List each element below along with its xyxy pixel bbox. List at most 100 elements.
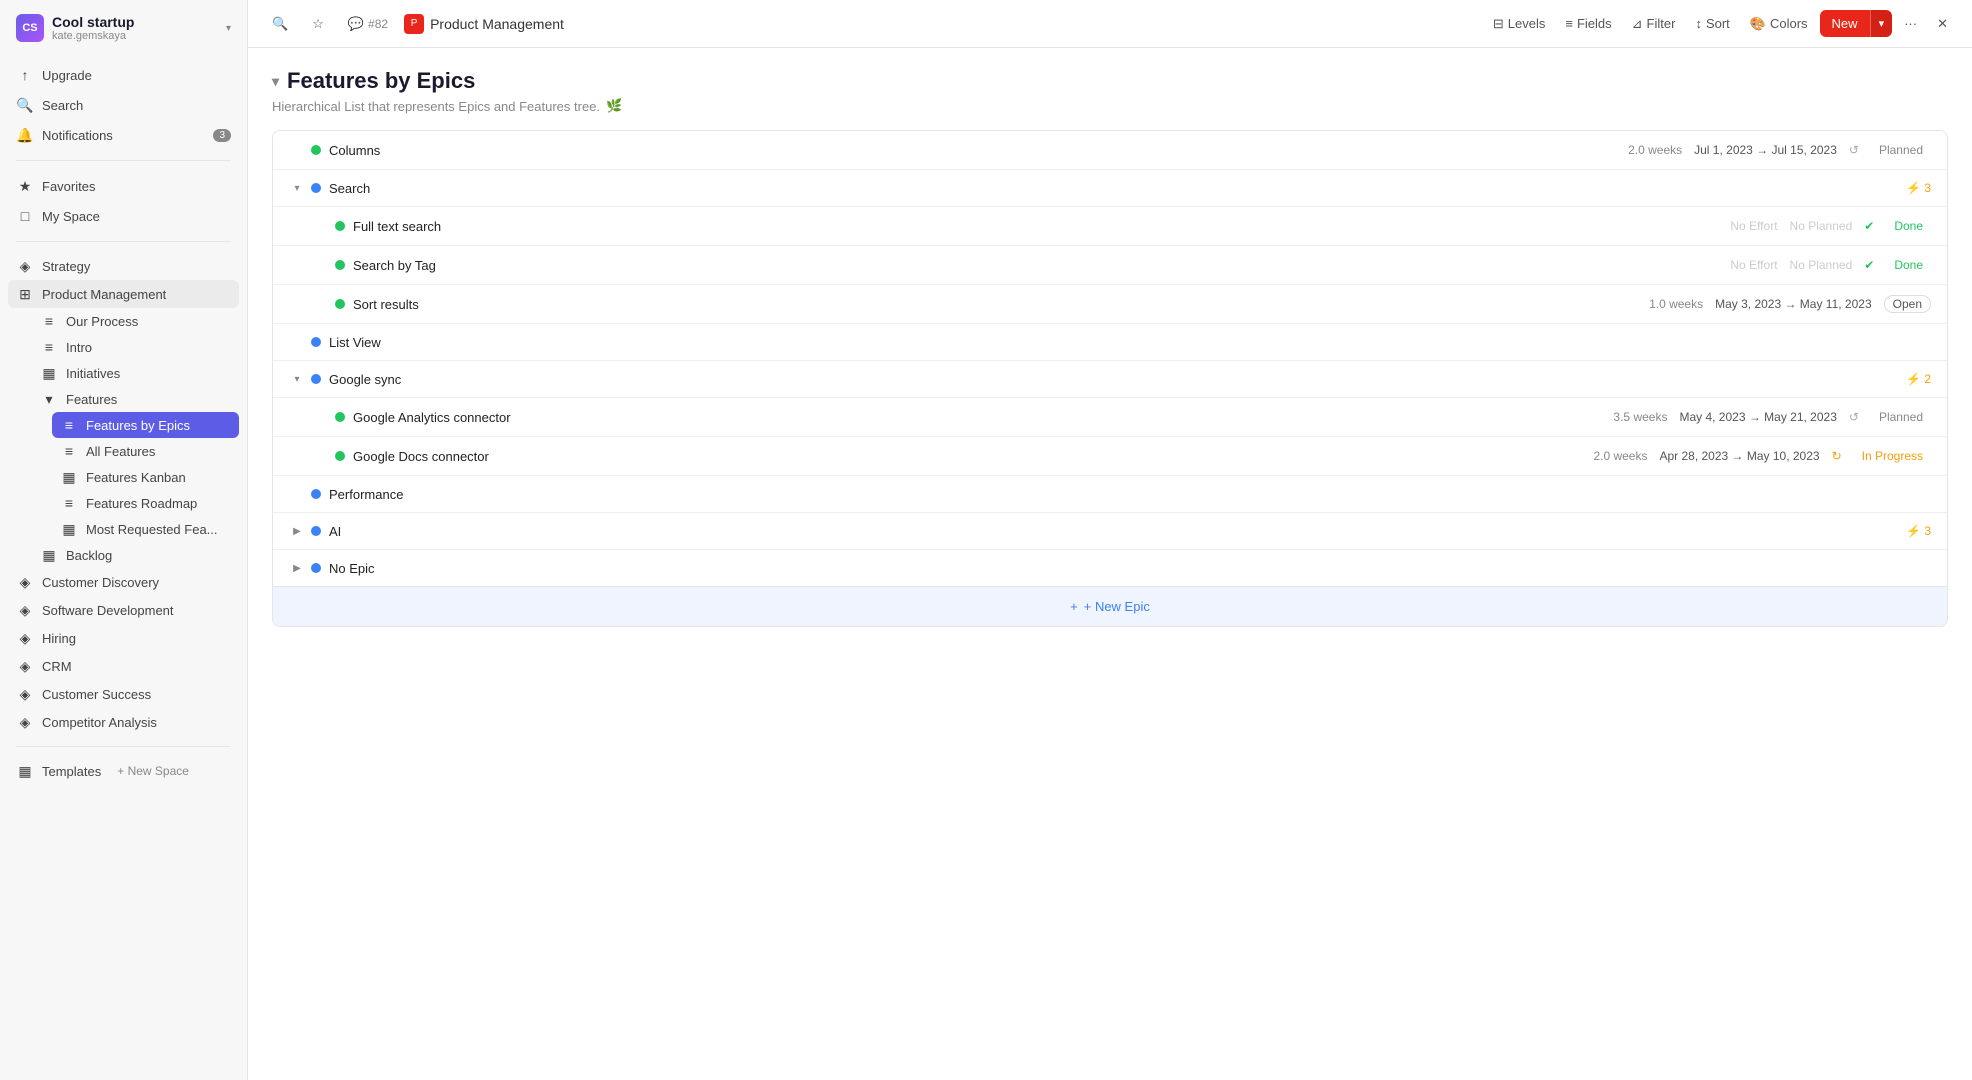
- sidebar-item-hiring[interactable]: ◈ Hiring: [8, 624, 239, 652]
- product-management-tag: P Product Management: [404, 14, 564, 34]
- sort-button[interactable]: ↕ Sort: [1687, 11, 1737, 36]
- comment-icon: 💬: [348, 16, 364, 32]
- table-row[interactable]: Google Docs connector 2.0 weeks Apr 28, …: [273, 437, 1947, 476]
- row-toggle[interactable]: ▾: [289, 371, 305, 387]
- sidebar-item-features-roadmap[interactable]: ≡ Features Roadmap: [52, 490, 239, 516]
- sidebar-item-customer-discovery[interactable]: ◈ Customer Discovery: [8, 568, 239, 596]
- sidebar-divider-3: [16, 746, 231, 747]
- more-icon: ···: [1904, 16, 1917, 31]
- fields-label: Fields: [1577, 16, 1612, 31]
- sidebar-item-favorites[interactable]: ★ Favorites: [8, 171, 239, 201]
- sidebar-item-label: Favorites: [42, 179, 95, 194]
- epic-name: Search: [329, 181, 1906, 196]
- sidebar-item-competitor-analysis[interactable]: ◈ Competitor Analysis: [8, 708, 239, 736]
- star-icon: ★: [16, 177, 34, 195]
- backlog-icon: ▦: [40, 546, 58, 564]
- sidebar-item-upgrade[interactable]: ↑ Upgrade: [8, 60, 239, 90]
- levels-label: Levels: [1508, 16, 1546, 31]
- sidebar-item-intro[interactable]: ≡ Intro: [32, 334, 239, 360]
- table-row[interactable]: ▾ Search ⚡ 3: [273, 170, 1947, 207]
- table-row[interactable]: List View: [273, 324, 1947, 361]
- row-toggle[interactable]: ▶: [289, 560, 305, 576]
- competitor-analysis-icon: ◈: [16, 713, 34, 731]
- table-row[interactable]: Search by Tag No Effort No Planned ✔ Don…: [273, 246, 1947, 285]
- filter-label: Filter: [1647, 16, 1676, 31]
- search-button[interactable]: 🔍: [264, 11, 296, 37]
- table-row[interactable]: ▾ Google sync ⚡ 2: [273, 361, 1947, 398]
- fields-button[interactable]: ≡ Fields: [1557, 11, 1619, 36]
- new-epic-button[interactable]: + + New Epic: [273, 586, 1947, 626]
- colors-button[interactable]: 🎨 Colors: [1742, 11, 1816, 37]
- collapse-icon[interactable]: ▾: [272, 73, 279, 90]
- sidebar-item-software-development[interactable]: ◈ Software Development: [8, 596, 239, 624]
- sidebar-item-search[interactable]: 🔍 Search: [8, 90, 239, 120]
- epic-name: Full text search: [353, 219, 1730, 234]
- table-row[interactable]: ▶ AI ⚡ 3: [273, 513, 1947, 550]
- sidebar-item-label: Initiatives: [66, 366, 120, 381]
- features-by-epics-icon: ≡: [60, 416, 78, 434]
- epic-name: No Epic: [329, 561, 1931, 576]
- sidebar-item-label: Our Process: [66, 314, 138, 329]
- workspace-icon: CS: [16, 14, 44, 42]
- comment-button[interactable]: 💬 #82: [340, 11, 396, 37]
- sidebar-item-label: Notifications: [42, 128, 113, 143]
- status-dot: [311, 489, 321, 499]
- status-icon: ↺: [1849, 143, 1859, 157]
- workspace-header[interactable]: CS Cool startup kate.gemskaya ▾: [0, 0, 247, 56]
- epic-name: List View: [329, 335, 1931, 350]
- table-row[interactable]: Columns 2.0 weeks Jul 1, 2023 → Jul 15, …: [273, 131, 1947, 170]
- sidebar-item-most-requested[interactable]: ▦ Most Requested Fea...: [52, 516, 239, 542]
- sidebar-item-initiatives[interactable]: ▦ Initiatives: [32, 360, 239, 386]
- sidebar-item-customer-success[interactable]: ◈ Customer Success: [8, 680, 239, 708]
- epic-name: Google Docs connector: [353, 449, 1593, 464]
- sidebar-item-label: Upgrade: [42, 68, 92, 83]
- weeks-label: 3.5 weeks: [1613, 410, 1667, 424]
- toolbar-right: ⊟ Levels ≡ Fields ⊿ Filter ↕ Sort 🎨 Colo…: [1485, 10, 1956, 37]
- new-button-dropdown[interactable]: ▾: [1870, 10, 1893, 37]
- sidebar-item-notifications[interactable]: 🔔 Notifications 3: [8, 120, 239, 150]
- status-dot: [311, 526, 321, 536]
- myspace-icon: □: [16, 207, 34, 225]
- epic-name: Google sync: [329, 372, 1906, 387]
- row-toggle[interactable]: ▶: [289, 523, 305, 539]
- status-dot: [335, 412, 345, 422]
- sidebar-item-my-space[interactable]: □ My Space: [8, 201, 239, 231]
- status-badge: In Progress: [1854, 447, 1931, 465]
- our-process-icon: ≡: [40, 312, 58, 330]
- sidebar: CS Cool startup kate.gemskaya ▾ ↑ Upgrad…: [0, 0, 248, 1080]
- table-row[interactable]: Sort results 1.0 weeks May 3, 2023 → May…: [273, 285, 1947, 324]
- sidebar-item-product-management[interactable]: ⊞ Product Management: [8, 280, 239, 308]
- close-button[interactable]: ✕: [1929, 11, 1956, 37]
- sidebar-item-features-by-epics[interactable]: ≡ Features by Epics: [52, 412, 239, 438]
- sidebar-item-backlog[interactable]: ▦ Backlog: [32, 542, 239, 568]
- sidebar-item-all-features[interactable]: ≡ All Features: [52, 438, 239, 464]
- status-badge: Planned: [1871, 408, 1931, 426]
- table-row[interactable]: ▶ No Epic: [273, 550, 1947, 586]
- sidebar-item-features-kanban[interactable]: ▦ Features Kanban: [52, 464, 239, 490]
- table-row[interactable]: Full text search No Effort No Planned ✔ …: [273, 207, 1947, 246]
- star-button[interactable]: ☆: [304, 11, 332, 37]
- weeks-label: 1.0 weeks: [1649, 297, 1703, 311]
- new-button[interactable]: New: [1820, 10, 1870, 37]
- sidebar-item-our-process[interactable]: ≡ Our Process: [32, 308, 239, 334]
- new-space-label[interactable]: + New Space: [117, 764, 189, 778]
- sidebar-item-label: Features: [66, 392, 117, 407]
- sidebar-item-crm[interactable]: ◈ CRM: [8, 652, 239, 680]
- row-toggle[interactable]: ▾: [289, 180, 305, 196]
- more-button[interactable]: ···: [1896, 11, 1925, 36]
- toolbar: 🔍 ☆ 💬 #82 P Product Management ⊟ Levels …: [248, 0, 1972, 48]
- levels-button[interactable]: ⊟ Levels: [1485, 11, 1553, 37]
- sidebar-item-features[interactable]: ▾ Features: [32, 386, 239, 412]
- table-row[interactable]: Google Analytics connector 3.5 weeks May…: [273, 398, 1947, 437]
- bell-icon: 🔔: [16, 126, 34, 144]
- epic-meta: 2.0 weeks Jul 1, 2023 → Jul 15, 2023 ↺ P…: [1628, 141, 1931, 159]
- weeks-label: 2.0 weeks: [1593, 449, 1647, 463]
- sidebar-divider-1: [16, 160, 231, 161]
- sidebar-item-label: Strategy: [42, 259, 90, 274]
- table-row[interactable]: Performance: [273, 476, 1947, 513]
- sidebar-item-strategy[interactable]: ◈ Strategy: [8, 252, 239, 280]
- date-range: May 4, 2023 → May 21, 2023: [1679, 410, 1836, 424]
- sidebar-item-templates[interactable]: ▦ Templates + New Space: [8, 757, 239, 785]
- status-dot: [335, 260, 345, 270]
- filter-button[interactable]: ⊿ Filter: [1624, 11, 1684, 37]
